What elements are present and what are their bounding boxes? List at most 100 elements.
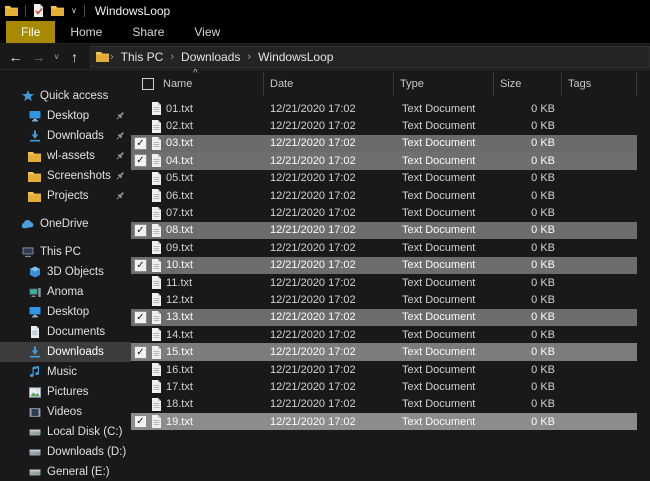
sidebar-item-downloads[interactable]: Downloads bbox=[0, 342, 131, 362]
file-name-cell: 05.txt bbox=[131, 172, 264, 185]
file-row-13-txt[interactable]: ✓13.txt12/21/2020 17:02Text Document0 KB bbox=[131, 309, 637, 326]
column-header-date[interactable]: Date bbox=[264, 72, 394, 96]
file-row-01-txt[interactable]: 01.txt12/21/2020 17:02Text Document0 KB bbox=[131, 100, 637, 117]
column-header-size[interactable]: Size bbox=[494, 72, 562, 96]
file-row-05-txt[interactable]: 05.txt12/21/2020 17:02Text Document0 KB bbox=[131, 170, 637, 187]
file-name-cell: 01.txt bbox=[131, 102, 264, 115]
file-date: 12/21/2020 17:02 bbox=[264, 346, 394, 358]
row-checkbox[interactable]: ✓ bbox=[134, 137, 147, 150]
forward-button[interactable]: → bbox=[27, 49, 50, 65]
file-row-11-txt[interactable]: 11.txt12/21/2020 17:02Text Document0 KB bbox=[131, 274, 637, 291]
column-header-name[interactable]: Name^ bbox=[131, 72, 264, 96]
row-checkbox[interactable]: ✓ bbox=[134, 154, 147, 167]
address-bar[interactable]: ›This PC›Downloads›WindowsLoop bbox=[90, 46, 650, 68]
recent-locations-chevron-icon[interactable]: ∨ bbox=[50, 52, 63, 61]
file-row-02-txt[interactable]: 02.txt12/21/2020 17:02Text Document0 KB bbox=[131, 117, 637, 134]
back-button[interactable]: ← bbox=[4, 49, 27, 65]
column-header-tags[interactable]: Tags bbox=[562, 72, 637, 96]
file-type: Text Document bbox=[394, 137, 494, 149]
row-checkbox[interactable]: ✓ bbox=[134, 259, 147, 272]
file-name: 09.txt bbox=[166, 242, 193, 254]
properties-icon[interactable] bbox=[33, 4, 44, 17]
sidebar-item-pictures[interactable]: Pictures bbox=[0, 382, 131, 402]
breadcrumb-item-downloads[interactable]: Downloads bbox=[175, 50, 246, 64]
file-row-06-txt[interactable]: 06.txt12/21/2020 17:02Text Document0 KB bbox=[131, 187, 637, 204]
select-all-checkbox[interactable] bbox=[142, 78, 154, 90]
window-body: Quick accessDesktopDownloadswl-assetsScr… bbox=[0, 70, 650, 481]
sidebar-item-3d-objects[interactable]: 3D Objects bbox=[0, 262, 131, 282]
row-checkbox[interactable]: ✓ bbox=[134, 415, 147, 428]
tab-view[interactable]: View bbox=[179, 21, 235, 43]
sidebar-item-anoma[interactable]: Anoma bbox=[0, 282, 131, 302]
sidebar-item-this-pc[interactable]: This PC bbox=[0, 242, 131, 262]
sidebar-item-screenshots[interactable]: Screenshots bbox=[0, 166, 131, 186]
sidebar-item-downloads-d[interactable]: Downloads (D:) bbox=[0, 442, 131, 462]
pictures-icon bbox=[28, 387, 41, 398]
file-pane: Name^DateTypeSizeTags 01.txt12/21/2020 1… bbox=[131, 70, 650, 481]
breadcrumb-item-this-pc[interactable]: This PC bbox=[115, 50, 170, 64]
sidebar-item-music[interactable]: Music bbox=[0, 362, 131, 382]
up-button[interactable]: ↑ bbox=[63, 49, 86, 65]
text-file-icon bbox=[151, 102, 162, 115]
sidebar-item-quick-access[interactable]: Quick access bbox=[0, 86, 131, 106]
sidebar-item-label: General (E:) bbox=[47, 466, 110, 478]
sidebar-section-quick-access: Quick accessDesktopDownloadswl-assetsScr… bbox=[0, 86, 131, 206]
file-size: 0 KB bbox=[494, 259, 562, 271]
column-headers: Name^DateTypeSizeTags bbox=[131, 72, 650, 96]
file-name: 08.txt bbox=[166, 224, 193, 236]
file-date: 12/21/2020 17:02 bbox=[264, 329, 394, 341]
tab-file[interactable]: File bbox=[6, 21, 55, 43]
tab-home[interactable]: Home bbox=[55, 21, 117, 43]
row-checkbox[interactable]: ✓ bbox=[134, 224, 147, 237]
file-row-10-txt[interactable]: ✓10.txt12/21/2020 17:02Text Document0 KB bbox=[131, 257, 637, 274]
sidebar-item-projects[interactable]: Projects bbox=[0, 186, 131, 206]
sidebar-item-label: Documents bbox=[47, 326, 105, 338]
explorer-folder-icon[interactable] bbox=[5, 5, 18, 16]
file-row-18-txt[interactable]: 18.txt12/21/2020 17:02Text Document0 KB bbox=[131, 396, 637, 413]
breadcrumb-item-windowsloop[interactable]: WindowsLoop bbox=[252, 50, 339, 64]
row-checkbox[interactable]: ✓ bbox=[134, 346, 147, 359]
file-row-14-txt[interactable]: 14.txt12/21/2020 17:02Text Document0 KB bbox=[131, 326, 637, 343]
tab-share[interactable]: Share bbox=[117, 21, 179, 43]
sidebar-item-local-disk-c[interactable]: Local Disk (C:) bbox=[0, 422, 131, 442]
file-name: 15.txt bbox=[166, 346, 193, 358]
file-row-12-txt[interactable]: 12.txt12/21/2020 17:02Text Document0 KB bbox=[131, 291, 637, 308]
file-row-07-txt[interactable]: 07.txt12/21/2020 17:02Text Document0 KB bbox=[131, 204, 637, 221]
file-row-19-txt[interactable]: ✓19.txt12/21/2020 17:02Text Document0 KB bbox=[131, 413, 637, 430]
sidebar-item-documents[interactable]: Documents bbox=[0, 322, 131, 342]
file-date: 12/21/2020 17:02 bbox=[264, 364, 394, 376]
row-checkbox[interactable]: ✓ bbox=[134, 311, 147, 324]
sidebar-item-general-e[interactable]: General (E:) bbox=[0, 462, 131, 481]
column-header-type[interactable]: Type bbox=[394, 72, 494, 96]
file-date: 12/21/2020 17:02 bbox=[264, 103, 394, 115]
pin-icon bbox=[115, 171, 125, 184]
text-file-icon bbox=[151, 415, 162, 428]
file-row-03-txt[interactable]: ✓03.txt12/21/2020 17:02Text Document0 KB bbox=[131, 135, 637, 152]
cloud-icon bbox=[21, 219, 34, 229]
sidebar-item-wl-assets[interactable]: wl-assets bbox=[0, 146, 131, 166]
file-row-09-txt[interactable]: 09.txt12/21/2020 17:02Text Document0 KB bbox=[131, 239, 637, 256]
downloads-icon bbox=[28, 346, 41, 358]
file-row-04-txt[interactable]: ✓04.txt12/21/2020 17:02Text Document0 KB bbox=[131, 152, 637, 169]
text-file-icon bbox=[151, 293, 162, 306]
sidebar-item-desktop[interactable]: Desktop bbox=[0, 302, 131, 322]
sidebar-item-onedrive[interactable]: OneDrive bbox=[0, 214, 131, 234]
text-file-icon bbox=[151, 154, 162, 167]
new-folder-icon[interactable] bbox=[51, 5, 64, 16]
file-name-cell: 09.txt bbox=[131, 241, 264, 254]
file-row-16-txt[interactable]: 16.txt12/21/2020 17:02Text Document0 KB bbox=[131, 361, 637, 378]
file-name: 17.txt bbox=[166, 381, 193, 393]
file-row-08-txt[interactable]: ✓08.txt12/21/2020 17:02Text Document0 KB bbox=[131, 222, 637, 239]
navigation-bar: ← → ∨ ↑ ›This PC›Downloads›WindowsLoop bbox=[0, 44, 650, 70]
pin-icon bbox=[115, 151, 125, 164]
sidebar-item-downloads[interactable]: Downloads bbox=[0, 126, 131, 146]
file-row-17-txt[interactable]: 17.txt12/21/2020 17:02Text Document0 KB bbox=[131, 378, 637, 395]
file-name: 02.txt bbox=[166, 120, 193, 132]
customize-qat-chevron-icon[interactable]: ∨ bbox=[71, 6, 77, 15]
file-name-cell: 14.txt bbox=[131, 328, 264, 341]
sidebar-item-desktop[interactable]: Desktop bbox=[0, 106, 131, 126]
sidebar-item-label: Desktop bbox=[47, 306, 89, 318]
file-row-15-txt[interactable]: ✓15.txt12/21/2020 17:02Text Document0 KB bbox=[131, 343, 637, 360]
file-type: Text Document bbox=[394, 294, 494, 306]
sidebar-item-videos[interactable]: Videos bbox=[0, 402, 131, 422]
